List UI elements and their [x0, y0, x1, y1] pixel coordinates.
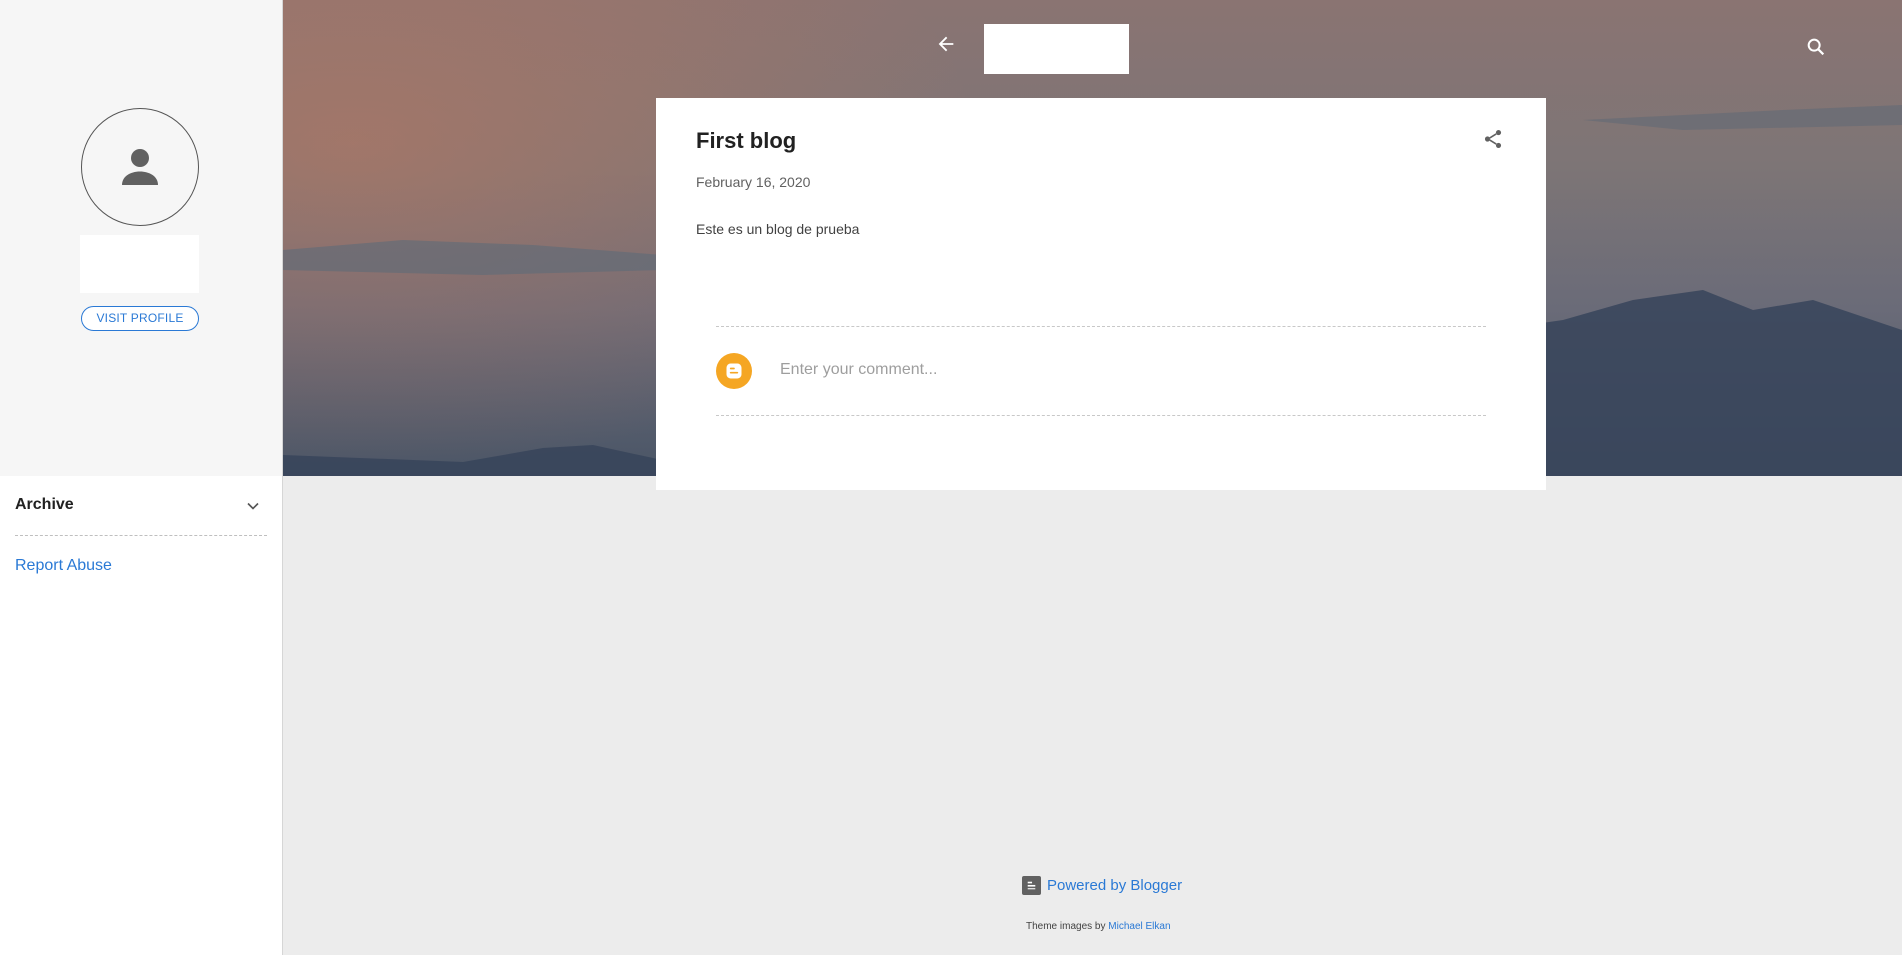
sidebar: VISIT PROFILE Archive Report Abuse — [0, 0, 283, 955]
comment-input[interactable] — [778, 357, 1462, 383]
blogger-logo-icon — [716, 353, 752, 389]
report-abuse-link[interactable]: Report Abuse — [15, 557, 112, 575]
profile-name-placeholder — [80, 235, 199, 293]
archive-title: Archive — [15, 496, 74, 513]
post-body: Este es un blog de prueba — [696, 221, 860, 237]
powered-by-label: Powered by Blogger — [1047, 877, 1183, 894]
archive-header[interactable]: Archive — [15, 490, 267, 536]
comment-box — [716, 326, 1486, 416]
avatar[interactable] — [81, 108, 199, 226]
post-title[interactable]: First blog — [696, 128, 796, 154]
theme-author-link[interactable]: Michael Elkan — [1108, 921, 1170, 932]
blogger-icon — [1022, 876, 1041, 895]
person-icon — [122, 149, 158, 185]
theme-credit: Theme images by Michael Elkan — [1026, 921, 1171, 932]
search-icon[interactable] — [1805, 36, 1827, 58]
chevron-down-icon[interactable] — [243, 496, 263, 516]
post-card: First blog February 16, 2020 Este es un … — [656, 98, 1546, 490]
profile-area: VISIT PROFILE — [0, 0, 282, 476]
blog-title-placeholder[interactable] — [984, 24, 1129, 74]
powered-by-blogger-link[interactable]: Powered by Blogger — [1022, 876, 1182, 895]
post-date[interactable]: February 16, 2020 — [696, 174, 810, 190]
theme-credit-prefix: Theme images by — [1026, 921, 1106, 932]
visit-profile-button[interactable]: VISIT PROFILE — [81, 306, 199, 331]
back-arrow-icon[interactable] — [935, 33, 957, 55]
share-icon[interactable] — [1482, 128, 1504, 150]
